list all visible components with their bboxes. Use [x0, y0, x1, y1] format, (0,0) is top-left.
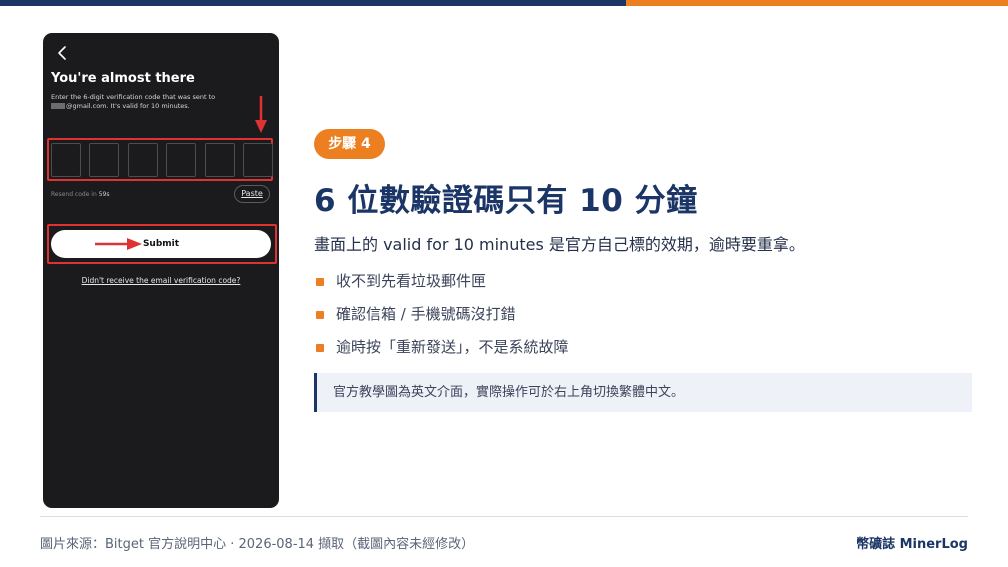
red-arrow-right-icon — [95, 238, 142, 250]
list-item-text: 收不到先看垃圾郵件匣 — [336, 272, 487, 290]
list-item: 逾時按「重新發送」，不是系統故障 — [314, 336, 569, 369]
didnt-receive-code-link[interactable]: Didn't receive the email verification co… — [43, 276, 279, 285]
description-line-1: Enter the 6-digit verification code that… — [51, 93, 216, 101]
list-item: 收不到先看垃圾郵件匣 — [314, 270, 569, 303]
phone-screenshot: You're almost there Enter the 6-digit ve… — [43, 33, 279, 508]
step-badge: 步驟 4 — [314, 129, 385, 159]
description-line-2-text: @gmail.com. It's valid for 10 minutes. — [66, 102, 190, 110]
top-accent-bar-navy — [0, 0, 626, 6]
page-subtitle: 畫面上的 valid for 10 minutes 是官方自己標的效期，逾時要重… — [314, 235, 805, 254]
tips-list: 收不到先看垃圾郵件匣 確認信箱 / 手機號碼沒打錯 逾時按「重新發送」，不是系統… — [314, 270, 569, 369]
list-item-text: 確認信箱 / 手機號碼沒打錯 — [336, 305, 516, 323]
verification-title: You're almost there — [51, 71, 195, 86]
list-item: 確認信箱 / 手機號碼沒打錯 — [314, 303, 569, 336]
page-title: 6 位數驗證碼只有 10 分鐘 — [314, 183, 698, 219]
top-accent-bar-orange — [626, 0, 1008, 6]
code-digit-input-4[interactable] — [166, 143, 197, 177]
code-digit-input-5[interactable] — [204, 143, 235, 177]
image-source-caption: 圖片來源：Bitget 官方說明中心 · 2026-08-14 擷取（截圖內容未… — [40, 537, 475, 552]
code-digit-input-6[interactable] — [242, 143, 273, 177]
bullet-square-icon — [316, 278, 324, 286]
paste-button[interactable]: Paste — [234, 185, 270, 203]
resend-seconds: 59s — [98, 191, 110, 198]
bullet-square-icon — [316, 311, 324, 319]
brand-name: 幣礦誌 MinerLog — [856, 537, 968, 552]
masked-email-local-part — [51, 103, 65, 109]
resend-countdown: Resend code in 59s — [51, 191, 109, 198]
bullet-square-icon — [316, 344, 324, 352]
code-digit-input-3[interactable] — [127, 143, 158, 177]
chevron-left-icon[interactable] — [55, 45, 71, 61]
submit-button[interactable]: Submit — [51, 230, 271, 258]
footer-divider — [40, 516, 968, 517]
red-arrow-down-icon — [255, 96, 267, 133]
list-item-text: 逾時按「重新發送」，不是系統故障 — [336, 338, 569, 356]
note-callout: 官方教學圖為英文介面，實際操作可於右上角切換繁體中文。 — [314, 373, 972, 412]
code-digit-input-2[interactable] — [89, 143, 120, 177]
code-digit-input-1[interactable] — [51, 143, 81, 177]
verification-description: Enter the 6-digit verification code that… — [51, 93, 271, 111]
description-line-2: @gmail.com. It's valid for 10 minutes. — [51, 102, 271, 111]
resend-label: Resend code in — [51, 191, 97, 198]
code-input-group — [51, 143, 273, 177]
